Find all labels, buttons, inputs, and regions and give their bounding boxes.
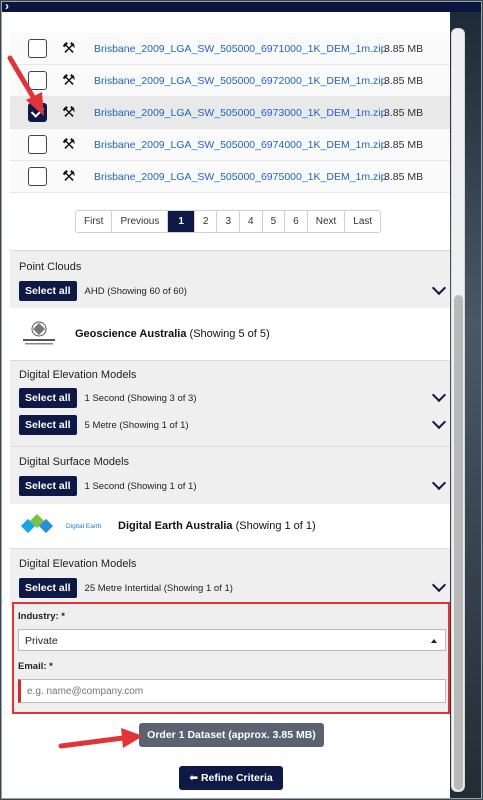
digital-earth-australia-logo: [20, 513, 58, 539]
file-row[interactable]: ⚒ Brisbane_2009_LGA_SW_505000_6974000_1K…: [10, 129, 450, 161]
provider-digital-earth-australia: Digital Earth Digital Earth Australia (S…: [10, 504, 450, 548]
select-row: Select all 1 Second (Showing 1 of 1): [19, 475, 447, 496]
file-row[interactable]: ⚒ Brisbane_2009_LGA_SW_505000_6975000_1K…: [10, 161, 450, 193]
file-name[interactable]: Brisbane_2009_LGA_SW_505000_6971000_1K_D…: [94, 43, 386, 55]
file-row[interactable]: ⚒ Brisbane_2009_LGA_SW_505000_6973000_1K…: [10, 97, 450, 129]
gavel-icon: ⚒: [62, 167, 76, 185]
select-all-button[interactable]: Select all: [19, 281, 77, 301]
select-row-label: 25 Metre Intertidal (Showing 1 of 1): [84, 582, 233, 594]
chevron-down-icon[interactable]: [431, 280, 447, 296]
pager-page-2[interactable]: 2: [194, 211, 218, 232]
select-row-label: 5 Metre (Showing 1 of 1): [84, 419, 189, 431]
file-size: 3.85 MB: [384, 138, 424, 151]
chevron-down-icon[interactable]: [431, 577, 447, 593]
chevron-down-icon[interactable]: [431, 387, 447, 403]
select-row: Select all 1 Second (Showing 3 of 3): [19, 387, 447, 408]
provider-name: Digital Earth Australia (Showing 1 of 1): [118, 520, 316, 532]
email-label: Email: *: [18, 661, 53, 672]
select-all-button[interactable]: Select all: [19, 388, 77, 408]
pager-next[interactable]: Next: [307, 211, 346, 232]
app-frame: › ⚒ Brisbane_2009_LGA_SW_505000_6971000_…: [1, 1, 482, 799]
select-all-button[interactable]: Select all: [19, 415, 77, 435]
select-all-button[interactable]: Select all: [19, 578, 77, 598]
file-size: 3.85 MB: [384, 42, 424, 55]
select-row: Select all 5 Metre (Showing 1 of 1): [19, 414, 447, 435]
pager-page-6[interactable]: 6: [285, 211, 308, 232]
top-bar: ›: [2, 2, 481, 13]
point-clouds-section: Point Clouds Select all AHD (Showing 60 …: [10, 250, 450, 308]
pager-last[interactable]: Last: [345, 211, 381, 232]
file-checkbox[interactable]: [28, 167, 47, 186]
pager-previous[interactable]: Previous: [112, 211, 169, 232]
dea-dem-section: Digital Elevation Models Select all 25 M…: [10, 548, 450, 606]
gavel-icon: ⚒: [62, 39, 76, 57]
chevron-down-icon[interactable]: [431, 475, 447, 491]
section-title: Digital Surface Models: [19, 456, 130, 468]
arrow-left-icon: ⬅: [189, 772, 201, 784]
pager-first[interactable]: First: [76, 211, 113, 232]
gavel-icon: ⚒: [62, 71, 76, 89]
file-size: 3.85 MB: [384, 106, 424, 119]
geoscience-australia-logo: [19, 319, 59, 349]
order-form: Industry: * Private Email: *: [12, 602, 450, 714]
refine-criteria-button[interactable]: ⬅ Refine Criteria: [179, 766, 283, 790]
select-row-label: 1 Second (Showing 3 of 3): [84, 392, 197, 404]
select-row: Select all 25 Metre Intertidal (Showing …: [19, 577, 447, 598]
gavel-icon: ⚒: [62, 103, 76, 121]
order-button[interactable]: Order 1 Dataset (approx. 3.85 MB): [139, 723, 324, 747]
dea-logo-text: Digital Earth: [66, 522, 102, 530]
select-all-button[interactable]: Select all: [19, 476, 77, 496]
file-size: 3.85 MB: [384, 74, 424, 87]
file-row[interactable]: ⚒ Brisbane_2009_LGA_SW_505000_6972000_1K…: [10, 65, 450, 97]
section-title: Digital Elevation Models: [19, 369, 137, 381]
section-title: Point Clouds: [19, 261, 82, 273]
pager-page-4[interactable]: 4: [240, 211, 263, 232]
file-row[interactable]: ⚒ Brisbane_2009_LGA_SW_505000_6971000_1K…: [10, 33, 450, 65]
file-checkbox[interactable]: [28, 135, 47, 154]
select-row-label: 1 Second (Showing 1 of 1): [84, 480, 197, 492]
select-row-label: AHD (Showing 60 of 60): [84, 285, 187, 297]
ga-dsm-section: Digital Surface Models Select all 1 Seco…: [10, 446, 450, 504]
caret-up-icon: [431, 639, 437, 643]
select-row: Select all AHD (Showing 60 of 60): [19, 280, 447, 301]
chevron-right-icon[interactable]: ›: [5, 2, 9, 13]
file-name[interactable]: Brisbane_2009_LGA_SW_505000_6972000_1K_D…: [94, 75, 386, 87]
file-checkbox[interactable]: [28, 39, 47, 58]
pager-page-5[interactable]: 5: [262, 211, 286, 232]
scrollbar-thumb[interactable]: [454, 295, 463, 790]
provider-name: Geoscience Australia (Showing 5 of 5): [75, 328, 270, 340]
provider-geoscience-australia: Geoscience Australia (Showing 5 of 5): [10, 308, 450, 360]
pagination: First Previous 1 2 3 4 5 6 Next Last: [75, 210, 382, 233]
pager-page-1[interactable]: 1: [168, 211, 195, 232]
gavel-icon: ⚒: [62, 135, 76, 153]
chevron-down-icon[interactable]: [431, 414, 447, 430]
pager-page-3[interactable]: 3: [217, 211, 241, 232]
industry-value: Private: [25, 635, 58, 647]
industry-label: Industry: *: [18, 611, 65, 622]
file-checkbox-checked[interactable]: [28, 103, 47, 122]
file-checkbox[interactable]: [28, 71, 47, 90]
ga-dem-section: Digital Elevation Models Select all 1 Se…: [10, 360, 450, 446]
section-title: Digital Elevation Models: [19, 558, 137, 570]
file-name[interactable]: Brisbane_2009_LGA_SW_505000_6973000_1K_D…: [94, 107, 386, 119]
file-size: 3.85 MB: [384, 170, 424, 183]
industry-select[interactable]: Private: [18, 629, 446, 651]
file-name[interactable]: Brisbane_2009_LGA_SW_505000_6974000_1K_D…: [94, 139, 386, 151]
scrollbar[interactable]: [451, 28, 465, 792]
file-name[interactable]: Brisbane_2009_LGA_SW_505000_6975000_1K_D…: [94, 171, 386, 183]
email-field[interactable]: [18, 679, 446, 703]
